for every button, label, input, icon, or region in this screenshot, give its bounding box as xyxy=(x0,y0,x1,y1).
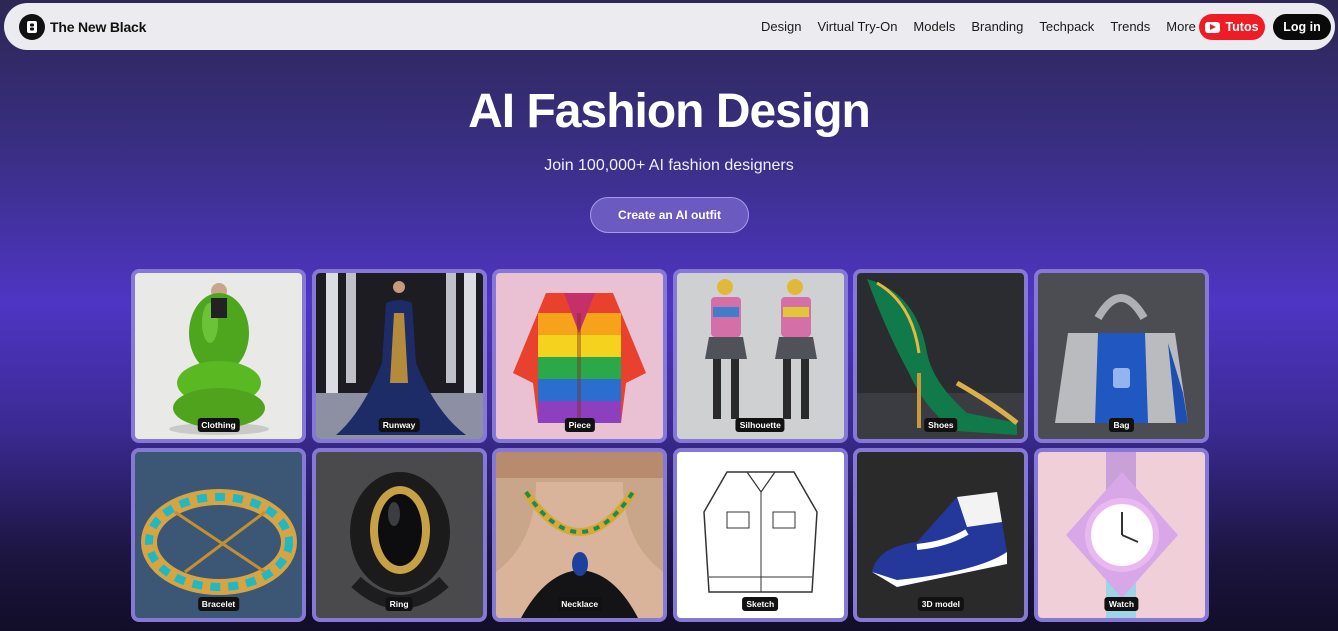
runway-image xyxy=(315,273,483,439)
bag-image xyxy=(1037,273,1205,439)
card-label: Ring xyxy=(385,597,413,611)
logo-mark-icon xyxy=(19,13,45,40)
hero-title: AI Fashion Design xyxy=(468,85,871,138)
watch-image xyxy=(1037,452,1205,618)
card-label: Silhouette xyxy=(735,418,785,432)
category-card-silhouette[interactable]: Silhouette xyxy=(672,269,848,443)
category-card-clothing[interactable]: Clothing xyxy=(131,269,306,443)
clothing-image xyxy=(135,273,302,439)
sketch-image xyxy=(676,452,844,618)
category-grid: Clothing Runway Piece Silhouette Shoes B… xyxy=(131,269,1209,622)
nav-more-label: More xyxy=(1166,19,1196,34)
ring-image xyxy=(315,452,483,618)
category-card-shoes[interactable]: Shoes xyxy=(853,269,1029,443)
card-label: Bag xyxy=(1109,418,1134,432)
category-card-bag[interactable]: Bag xyxy=(1033,269,1209,443)
nav-link-trends[interactable]: Trends xyxy=(1110,19,1150,34)
create-outfit-button[interactable]: Create an AI outfit xyxy=(590,197,749,233)
top-navbar: The New Black Design Virtual Try-On Mode… xyxy=(4,3,1335,50)
nav-link-models[interactable]: Models xyxy=(913,19,955,34)
category-card-bracelet[interactable]: Bracelet xyxy=(131,448,306,622)
category-card-necklace[interactable]: Necklace xyxy=(492,448,668,622)
tutos-label: Tutos xyxy=(1225,20,1259,34)
card-label: Clothing xyxy=(197,418,240,432)
card-label: Runway xyxy=(378,418,420,432)
category-card-watch[interactable]: Watch xyxy=(1033,448,1209,622)
3d-model-image xyxy=(857,452,1025,618)
login-button[interactable]: Log in xyxy=(1273,14,1331,40)
youtube-icon xyxy=(1205,21,1221,33)
nav-link-branding[interactable]: Branding xyxy=(971,19,1023,34)
category-card-runway[interactable]: Runway xyxy=(311,269,487,443)
card-label: 3D model xyxy=(917,597,965,611)
silhouette-image xyxy=(676,273,844,439)
card-label: Bracelet xyxy=(197,597,240,611)
brand-logo[interactable]: The New Black xyxy=(19,13,147,40)
category-card-sketch[interactable]: Sketch xyxy=(672,448,848,622)
card-label: Shoes xyxy=(924,418,958,432)
nav-links: Design Virtual Try-On Models Branding Te… xyxy=(761,3,1225,50)
bracelet-image xyxy=(135,452,302,618)
card-label: Piece xyxy=(564,418,595,432)
card-label: Watch xyxy=(1104,597,1139,611)
category-card-ring[interactable]: Ring xyxy=(311,448,487,622)
shoes-image xyxy=(857,273,1025,439)
card-label: Sketch xyxy=(742,597,779,611)
necklace-image xyxy=(496,452,664,618)
card-label: Necklace xyxy=(557,597,603,611)
hero-subtitle: Join 100,000+ AI fashion designers xyxy=(544,157,794,174)
nav-link-techpack[interactable]: Techpack xyxy=(1039,19,1094,34)
nav-link-virtual-try-on[interactable]: Virtual Try-On xyxy=(817,19,897,34)
brand-name: The New Black xyxy=(50,18,147,35)
category-card-piece[interactable]: Piece xyxy=(492,269,668,443)
piece-image xyxy=(496,273,664,439)
category-card-3d-model[interactable]: 3D model xyxy=(853,448,1029,622)
tutos-button[interactable]: Tutos xyxy=(1199,14,1265,40)
nav-link-design[interactable]: Design xyxy=(761,19,801,34)
